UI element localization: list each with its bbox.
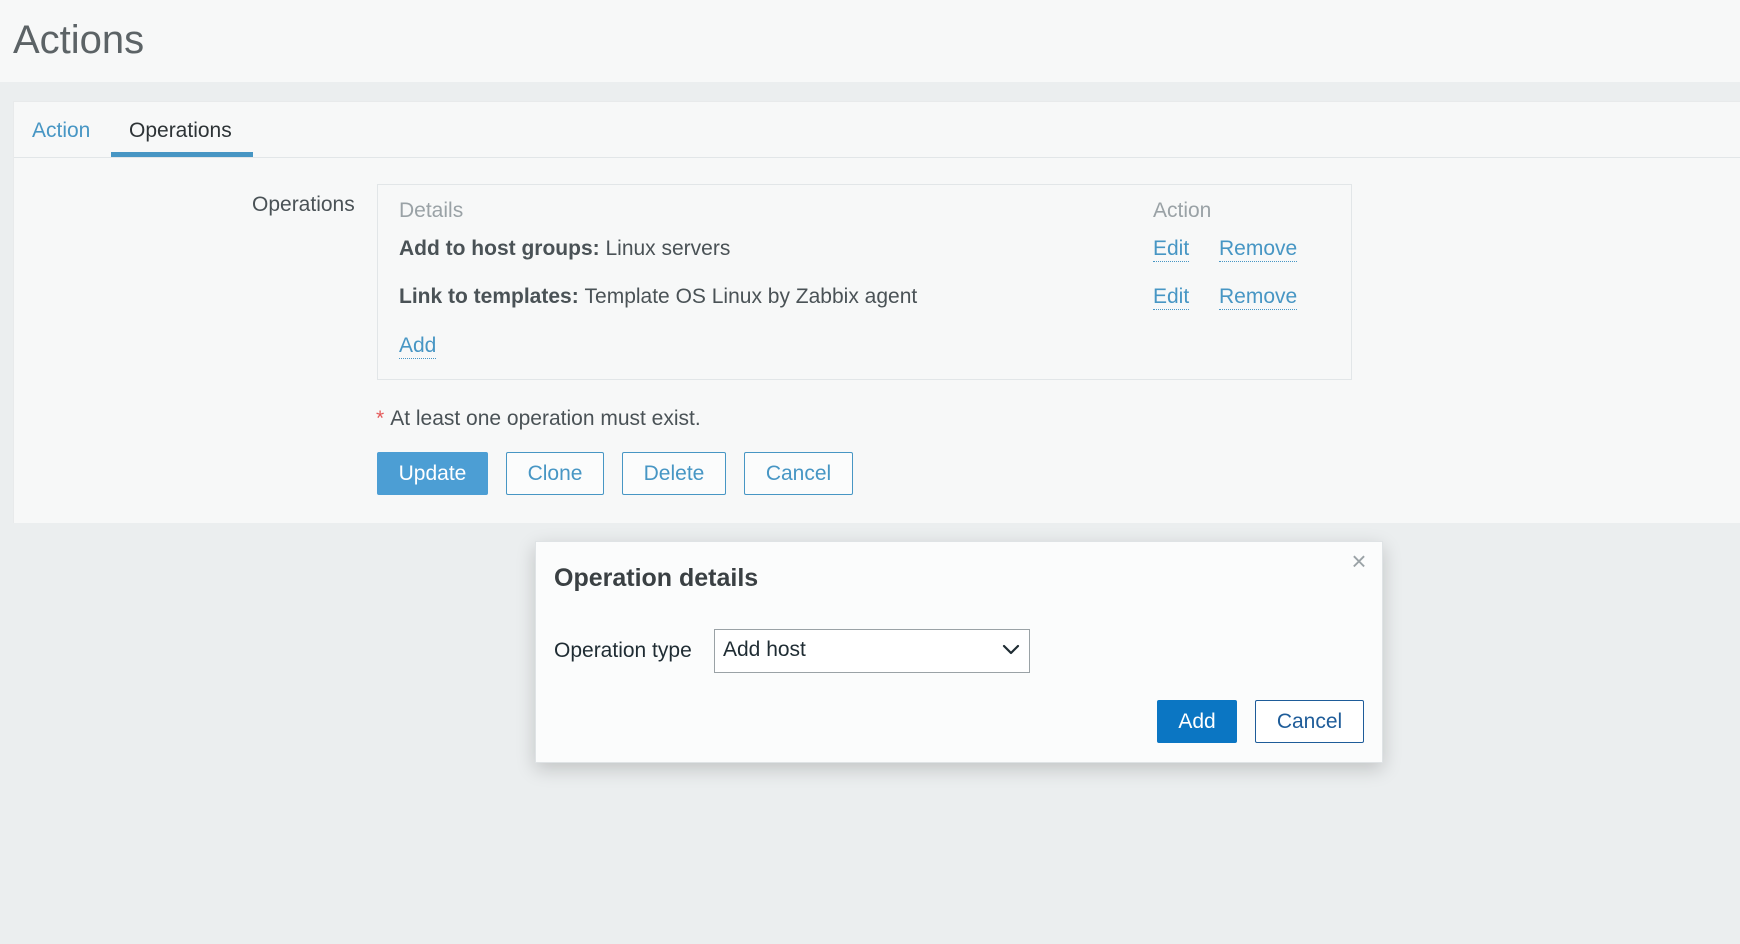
operations-label: Operations (252, 193, 355, 216)
required-note-text: At least one operation must exist. (390, 407, 701, 430)
page-title: Actions (13, 18, 145, 62)
active-tab-indicator (111, 152, 253, 157)
remove-operation-link[interactable]: Remove (1219, 285, 1298, 310)
dialog-add-button[interactable]: Add (1157, 700, 1237, 743)
tab-action[interactable]: Action (32, 116, 90, 146)
details-column-header: Details (399, 199, 464, 222)
operations-table: Details Action Add to host groups: Linux… (377, 184, 1352, 380)
clone-button[interactable]: Clone (506, 452, 604, 495)
tab-bar: Action Operations (14, 102, 1740, 158)
edit-operation-link[interactable]: Edit (1153, 237, 1190, 262)
delete-button[interactable]: Delete (622, 452, 726, 495)
operation-value: Template OS Linux by Zabbix agent (584, 285, 918, 308)
action-column-header: Action (1153, 199, 1212, 222)
table-row: Add to host groups: Linux servers (399, 237, 730, 261)
required-note: * At least one operation must exist. (376, 407, 701, 431)
page-header: Actions (0, 0, 1740, 82)
operation-type-label: Operation type (554, 639, 692, 662)
cancel-button[interactable]: Cancel (744, 452, 853, 495)
dialog-title: Operation details (554, 564, 759, 592)
table-row: Link to templates: Template OS Linux by … (399, 285, 917, 309)
edit-operation-link[interactable]: Edit (1153, 285, 1190, 310)
close-icon[interactable]: × (1346, 548, 1372, 574)
remove-operation-link[interactable]: Remove (1219, 237, 1298, 262)
operation-value: Linux servers (605, 237, 731, 260)
action-form-card: Action Operations Operations Details Act… (13, 101, 1740, 523)
operation-type-select[interactable]: Add host (714, 629, 1030, 673)
add-operation-link[interactable]: Add (399, 334, 437, 359)
operation-type-value: Add host (723, 638, 806, 661)
update-button[interactable]: Update (377, 452, 488, 495)
chevron-down-icon (1002, 644, 1020, 655)
operation-key: Link to templates: (399, 285, 585, 308)
tab-operations[interactable]: Operations (129, 116, 232, 146)
operation-details-dialog: Operation details × Operation type Add h… (535, 541, 1383, 763)
required-star: * (376, 407, 385, 430)
dialog-cancel-button[interactable]: Cancel (1255, 700, 1364, 743)
operation-key: Add to host groups: (399, 237, 606, 260)
